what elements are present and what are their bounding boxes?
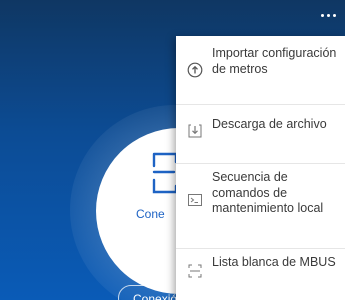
upload-circle-icon	[187, 62, 203, 78]
overflow-menu: Importar configuración de metros Descarg…	[176, 36, 345, 300]
menu-item-label: Lista blanca de MBUS	[212, 255, 336, 269]
download-icon	[188, 124, 202, 138]
menu-item-import-config[interactable]: Importar configuración de metros	[176, 36, 345, 104]
terminal-icon	[188, 194, 202, 206]
menu-item-label: Descarga de archivo	[212, 117, 327, 131]
menu-item-maintenance-script[interactable]: Secuencia de comandos de mantenimiento l…	[176, 164, 345, 248]
scan-frame-icon	[188, 264, 202, 278]
menu-item-label: Importar configuración de metros	[212, 46, 337, 76]
menu-item-mbus-whitelist[interactable]: Lista blanca de MBUS	[176, 249, 345, 300]
menu-item-label: Secuencia de comandos de mantenimiento l…	[212, 170, 324, 215]
more-menu-icon[interactable]	[321, 14, 337, 20]
menu-item-file-download[interactable]: Descarga de archivo	[176, 105, 345, 163]
scan-icon	[152, 152, 178, 194]
connect-circle-label: Cone	[136, 207, 165, 221]
